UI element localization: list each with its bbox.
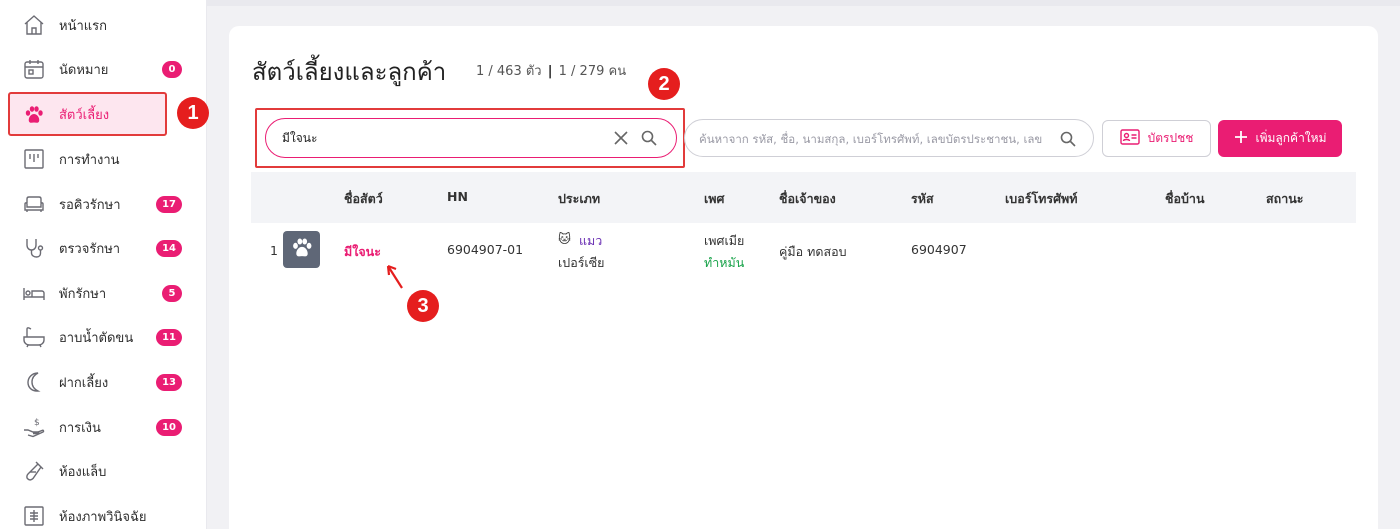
add-customer-label: เพิ่มลูกค้าใหม่ bbox=[1255, 131, 1327, 145]
step-marker-2: 2 bbox=[648, 68, 680, 100]
id-card-label: บัตรปชช bbox=[1147, 131, 1194, 145]
svg-text:$: $ bbox=[34, 418, 40, 428]
sidebar-item-label: อาบน้ำตัดขน bbox=[59, 330, 134, 346]
count-badge: 11 bbox=[156, 328, 182, 346]
calendar-icon bbox=[22, 57, 46, 81]
sidebar-item-pets[interactable]: สัตว์เลี้ยง bbox=[8, 92, 167, 136]
column-header-phone[interactable]: เบอร์โทรศัพท์ bbox=[1005, 189, 1078, 209]
sidebar-item-label: ห้องแล็บ bbox=[59, 464, 107, 480]
sidebar-item-imaging[interactable]: ห้องภาพวินิจฉัย bbox=[8, 496, 198, 529]
paw-icon bbox=[22, 103, 46, 127]
cat-emoji-icon: 🐱 bbox=[558, 231, 572, 246]
sidebar-item-inpatient[interactable]: พักรักษา 5 bbox=[8, 273, 198, 313]
column-header-code[interactable]: รหัส bbox=[911, 189, 934, 209]
type-cell: แมว bbox=[579, 233, 603, 248]
column-header-sex[interactable]: เพศ bbox=[704, 189, 724, 209]
column-header-owner[interactable]: ชื่อเจ้าของ bbox=[779, 189, 836, 209]
step-marker-3: 3 bbox=[407, 290, 439, 322]
top-bar bbox=[207, 0, 1400, 6]
add-customer-button[interactable]: เพิ่มลูกค้าใหม่ bbox=[1218, 120, 1342, 157]
sidebar-item-waiting-queue[interactable]: รอคิวรักษา 17 bbox=[8, 184, 198, 224]
sidebar-item-label: ห้องภาพวินิจฉัย bbox=[59, 509, 147, 525]
customer-search-input[interactable] bbox=[699, 129, 1059, 149]
breed-cell: เปอร์เซีย bbox=[558, 255, 605, 270]
close-icon[interactable] bbox=[612, 129, 630, 147]
count-badge: 5 bbox=[162, 284, 182, 302]
sidebar-item-examination[interactable]: ตรวจรักษา 14 bbox=[8, 228, 198, 268]
xray-icon bbox=[22, 504, 46, 528]
count-badge: 0 bbox=[162, 60, 182, 78]
count-badge: 14 bbox=[156, 239, 182, 257]
id-card-button[interactable]: บัตรปชช bbox=[1102, 120, 1211, 157]
owner-cell[interactable]: คู่มือ ทดสอบ bbox=[779, 242, 847, 262]
plus-icon bbox=[1234, 130, 1248, 147]
row-index: 1 bbox=[270, 243, 278, 258]
sidebar: หน้าแรก นัดหมาย 0 สัตว์เลี้ยง 1 การทำงาน… bbox=[0, 0, 209, 529]
sidebar-item-finance[interactable]: $ การเงิน 10 bbox=[8, 407, 198, 447]
test-tube-icon bbox=[22, 459, 46, 483]
customer-count: 1 / 279 คน bbox=[558, 64, 627, 79]
count-separator: | bbox=[547, 64, 553, 79]
sidebar-item-appointments[interactable]: นัดหมาย 0 bbox=[8, 49, 198, 89]
sidebar-item-label: หน้าแรก bbox=[59, 18, 107, 34]
column-header-hn[interactable]: HN bbox=[447, 189, 468, 204]
sidebar-item-label: รอคิวรักษา bbox=[59, 197, 121, 213]
id-card-icon bbox=[1119, 129, 1140, 148]
sidebar-item-grooming[interactable]: อาบน้ำตัดขน 11 bbox=[8, 317, 198, 357]
customer-search-box bbox=[684, 119, 1094, 157]
count-badge: 13 bbox=[156, 373, 182, 391]
page-title: สัตว์เลี้ยงและลูกค้า bbox=[252, 58, 447, 86]
sex-cell: เพศเมีย bbox=[704, 233, 745, 248]
paw-icon bbox=[289, 235, 315, 265]
sidebar-item-label: การเงิน bbox=[59, 420, 101, 436]
pet-count: 1 / 463 ตัว bbox=[476, 64, 542, 79]
column-header-pet-name[interactable]: ชื่อสัตว์ bbox=[344, 189, 383, 209]
sidebar-item-label: นัดหมาย bbox=[59, 62, 109, 78]
money-hand-icon: $ bbox=[22, 415, 46, 439]
sidebar-item-home[interactable]: หน้าแรก bbox=[8, 5, 198, 45]
sidebar-item-label: การทำงาน bbox=[59, 152, 120, 168]
pet-name-link[interactable]: มีใจนะ bbox=[344, 242, 381, 262]
sidebar-item-lab[interactable]: ห้องแล็บ bbox=[8, 451, 198, 491]
sidebar-item-label: ตรวจรักษา bbox=[59, 241, 121, 257]
home-icon bbox=[22, 13, 46, 37]
pet-search-box bbox=[265, 118, 677, 158]
neutered-badge: ทำหมัน bbox=[704, 255, 745, 270]
pet-search-input[interactable] bbox=[282, 128, 602, 148]
step-marker-1: 1 bbox=[177, 97, 209, 129]
count-badge: 17 bbox=[156, 195, 182, 213]
sofa-icon bbox=[22, 192, 46, 216]
bathtub-icon bbox=[22, 325, 46, 349]
work-board-icon bbox=[22, 147, 46, 171]
code-cell: 6904907 bbox=[911, 242, 967, 257]
record-counts: 1 / 463 ตัว | 1 / 279 คน bbox=[476, 60, 626, 81]
sidebar-item-label: สัตว์เลี้ยง bbox=[59, 107, 110, 123]
sidebar-item-label: ฝากเลี้ยง bbox=[59, 375, 109, 391]
column-header-house-name[interactable]: ชื่อบ้าน bbox=[1165, 189, 1205, 209]
bed-icon bbox=[22, 281, 46, 305]
search-icon[interactable] bbox=[640, 129, 658, 147]
search-icon[interactable] bbox=[1059, 130, 1077, 148]
count-badge: 10 bbox=[156, 418, 182, 436]
column-header-type[interactable]: ประเภท bbox=[558, 189, 600, 209]
annotation-arrow-icon bbox=[384, 262, 408, 292]
stethoscope-icon bbox=[22, 236, 46, 260]
sidebar-item-label: พักรักษา bbox=[59, 286, 107, 302]
pet-avatar bbox=[283, 231, 320, 268]
sidebar-item-boarding[interactable]: ฝากเลี้ยง 13 bbox=[8, 362, 198, 402]
hn-cell: 6904907-01 bbox=[447, 242, 524, 257]
sidebar-item-work[interactable]: การทำงาน bbox=[8, 139, 198, 179]
column-header-status[interactable]: สถานะ bbox=[1266, 189, 1303, 209]
moon-icon bbox=[22, 370, 46, 394]
